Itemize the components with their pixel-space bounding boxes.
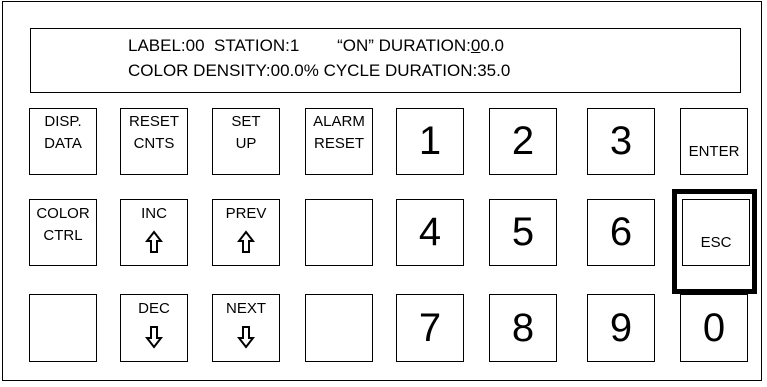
display-line-1-text: LABEL:00 STATION:1 “ON” DURATION: — [128, 36, 471, 55]
blank-button-row2[interactable] — [305, 199, 373, 266]
display-line-2: COLOR DENSITY:00.0% CYCLE DURATION:35.0 — [128, 61, 511, 80]
digit-7-button[interactable]: 7 — [396, 294, 464, 362]
digit-1-label: 1 — [418, 119, 442, 163]
up-arrow-icon — [213, 230, 279, 259]
color-ctrl-label-2: CTRL — [43, 227, 83, 244]
esc-label: ESC — [700, 234, 732, 251]
digit-9-label: 9 — [609, 306, 633, 350]
digit-6-label: 6 — [609, 210, 633, 254]
inc-button[interactable]: INC — [120, 199, 188, 266]
digit-9-button[interactable]: 9 — [587, 294, 655, 362]
prev-label: PREV — [225, 205, 267, 222]
disp-data-label-1: DISP. — [44, 113, 82, 130]
enter-label: ENTER — [688, 143, 740, 160]
blank-button-row3-left[interactable] — [29, 294, 97, 362]
enter-button[interactable]: ENTER — [680, 108, 748, 175]
set-up-label-2: UP — [235, 135, 257, 152]
blank-button-row3-right[interactable] — [305, 294, 373, 362]
digit-3-label: 3 — [609, 119, 633, 163]
set-up-label-1: SET — [231, 113, 261, 130]
digit-4-label: 4 — [418, 210, 442, 254]
set-up-button[interactable]: SET UP — [212, 108, 280, 175]
color-ctrl-label-1: COLOR — [36, 205, 90, 222]
reset-cnts-label-1: RESET — [128, 113, 179, 130]
display-line-1-end: 0.0 — [480, 36, 505, 55]
display-cursor-digit: 0 — [470, 36, 481, 55]
digit-7-label: 7 — [418, 306, 442, 350]
lcd-display: LABEL:00 STATION:1 “ON” DURATION:00.0 CO… — [30, 28, 741, 93]
down-arrow-icon — [213, 325, 279, 354]
digit-8-label: 8 — [511, 306, 535, 350]
disp-data-label-2: DATA — [44, 135, 82, 152]
reset-cnts-button[interactable]: RESET CNTS — [120, 108, 188, 175]
color-ctrl-button[interactable]: COLOR CTRL — [29, 199, 97, 266]
esc-button[interactable]: ESC — [682, 199, 750, 266]
digit-0-label: 0 — [702, 306, 726, 350]
display-line-1: LABEL:00 STATION:1 “ON” DURATION:00.0 — [128, 36, 504, 56]
next-button[interactable]: NEXT — [212, 294, 280, 362]
digit-3-button[interactable]: 3 — [587, 108, 655, 175]
digit-5-label: 5 — [511, 210, 535, 254]
up-arrow-icon — [121, 230, 187, 259]
digit-8-button[interactable]: 8 — [489, 294, 557, 362]
digit-5-button[interactable]: 5 — [489, 199, 557, 266]
alarm-reset-label-2: RESET — [313, 135, 364, 152]
prev-button[interactable]: PREV — [212, 199, 280, 266]
control-panel: LABEL:00 STATION:1 “ON” DURATION:00.0 CO… — [2, 1, 762, 381]
digit-2-label: 2 — [511, 119, 535, 163]
digit-0-button[interactable]: 0 — [680, 294, 748, 362]
alarm-reset-label-1: ALARM — [313, 113, 365, 130]
next-label: NEXT — [225, 300, 266, 317]
digit-1-button[interactable]: 1 — [396, 108, 464, 175]
disp-data-button[interactable]: DISP. DATA — [29, 108, 97, 175]
digit-6-button[interactable]: 6 — [587, 199, 655, 266]
down-arrow-icon — [121, 325, 187, 354]
digit-4-button[interactable]: 4 — [396, 199, 464, 266]
alarm-reset-button[interactable]: ALARM RESET — [305, 108, 373, 175]
dec-button[interactable]: DEC — [120, 294, 188, 362]
dec-label: DEC — [138, 300, 170, 317]
inc-label: INC — [141, 205, 167, 222]
digit-2-button[interactable]: 2 — [489, 108, 557, 175]
reset-cnts-label-2: CNTS — [133, 135, 175, 152]
